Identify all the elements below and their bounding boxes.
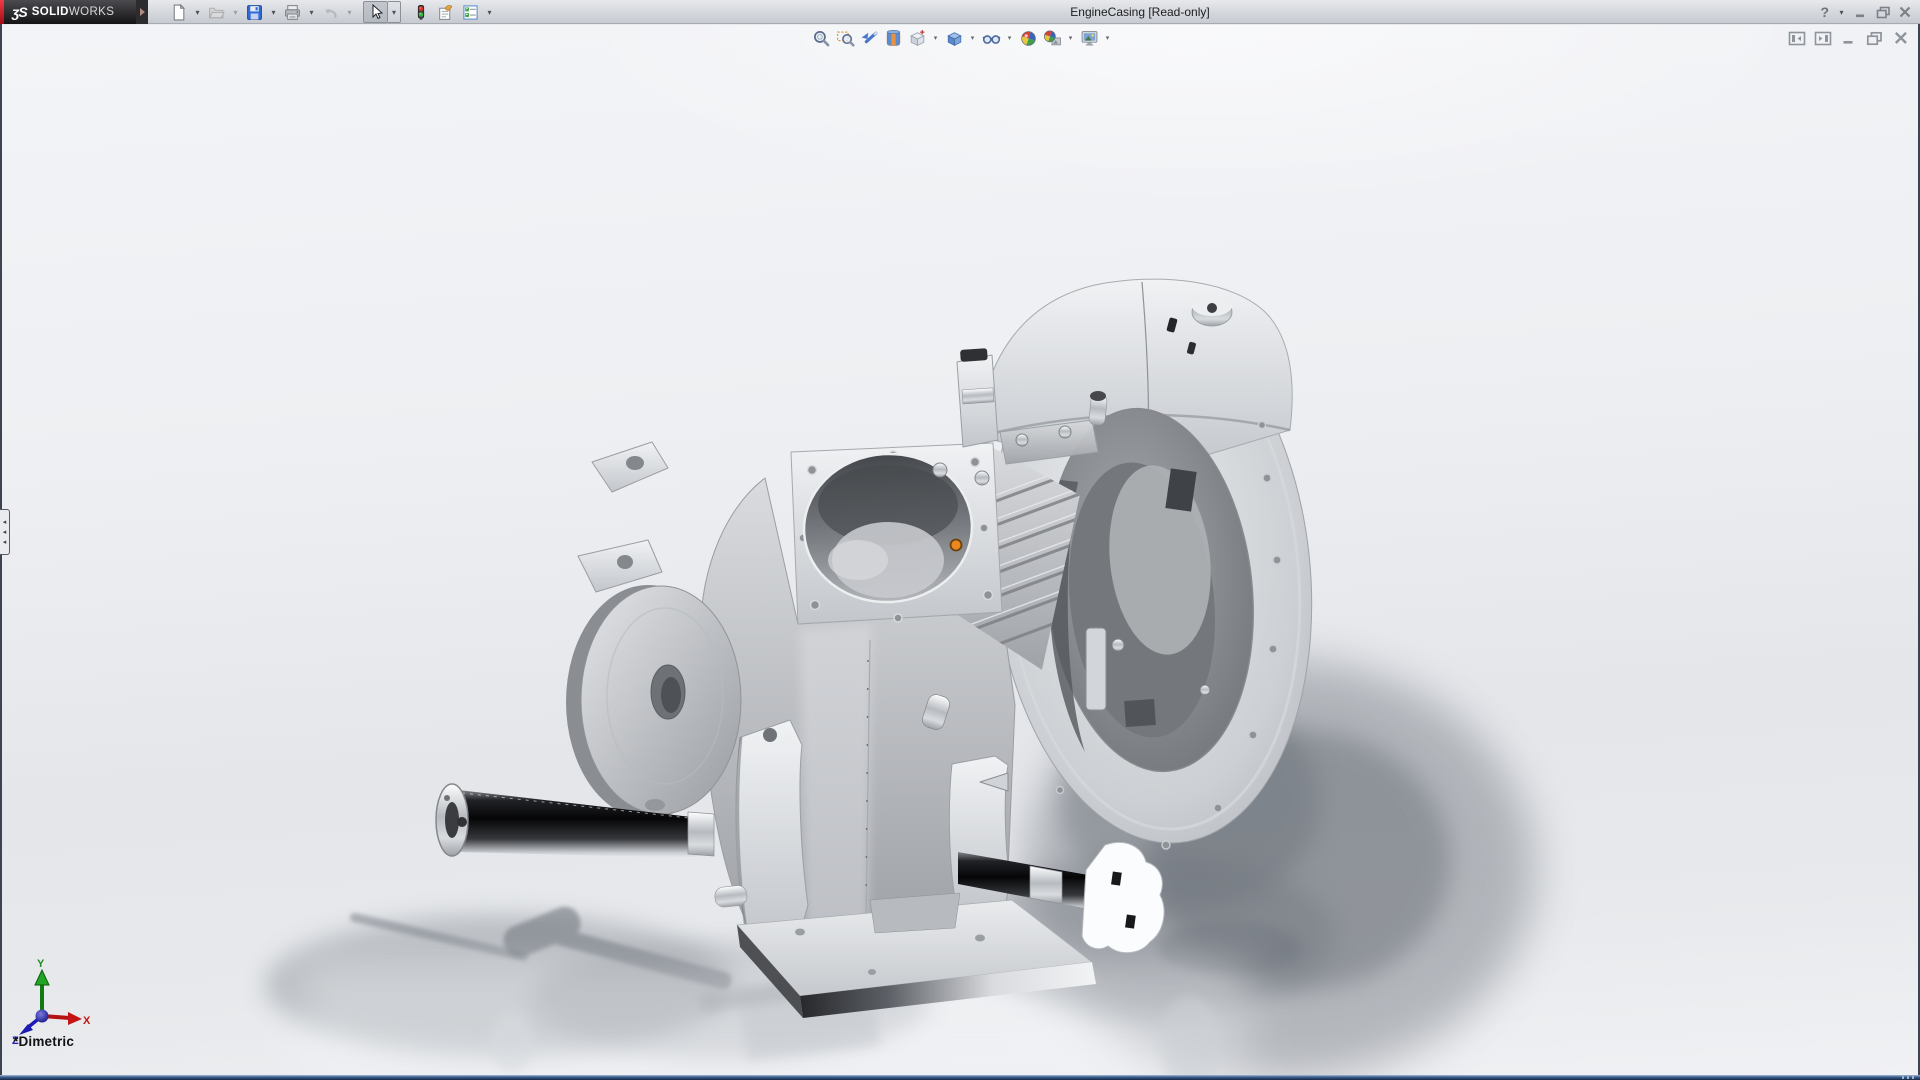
heads-up-view-toolbar: ▾ ▾ ▾ (810, 28, 1113, 48)
minimize-icon (1854, 6, 1868, 18)
edit-note-button[interactable] (433, 1, 458, 23)
window-title: EngineCasing [Read-only] (1010, 0, 1270, 24)
window-border-bottom (0, 1075, 1920, 1080)
view-orientation-button[interactable] (906, 28, 928, 48)
options-dropdown[interactable]: ▾ (483, 1, 496, 23)
collapse-left-pane-button[interactable] (1787, 30, 1806, 46)
restore-window-button[interactable] (1874, 3, 1892, 21)
undo-dropdown[interactable]: ▾ (343, 1, 356, 23)
edit-note-icon (437, 4, 454, 21)
zoom-to-fit-button[interactable] (810, 28, 832, 48)
engine-casing-model[interactable] (0, 0, 1920, 1080)
y-axis-arrow (35, 970, 49, 985)
help-dropdown[interactable]: ▾ (1835, 1, 1848, 23)
print-button[interactable] (280, 1, 305, 23)
view-settings-icon (1080, 29, 1099, 48)
section-view-button[interactable] (882, 28, 904, 48)
save-icon (246, 4, 263, 21)
print-icon (284, 4, 301, 21)
select-cursor-icon (368, 4, 384, 20)
close-icon (1898, 6, 1912, 18)
view-orientation-cube-icon (908, 29, 927, 48)
open-folder-icon (208, 4, 225, 21)
hide-show-items-dropdown[interactable]: ▾ (1004, 28, 1015, 48)
edit-appearance-button[interactable] (1017, 28, 1039, 48)
restore-document-icon (1866, 31, 1883, 46)
brand-red-stripe (0, 0, 4, 24)
section-view-icon (884, 29, 903, 48)
undo-button[interactable] (318, 1, 343, 23)
hide-show-items-button[interactable] (980, 28, 1002, 48)
hide-show-glasses-icon (982, 29, 1001, 48)
resize-grip[interactable] (1902, 1076, 1916, 1079)
save-dropdown[interactable]: ▾ (267, 1, 280, 23)
open-document-button[interactable] (204, 1, 229, 23)
solidworks-logo[interactable]: ʒS SOLIDWORKS (0, 0, 136, 24)
apply-scene-dropdown[interactable]: ▾ (1065, 28, 1076, 48)
selection-point-marker[interactable] (951, 540, 962, 551)
display-style-dropdown[interactable]: ▾ (967, 28, 978, 48)
print-dropdown[interactable]: ▾ (305, 1, 318, 23)
collapse-triangle-icon: ◂ (3, 539, 7, 546)
save-button[interactable] (242, 1, 267, 23)
new-document-dropdown[interactable]: ▾ (191, 1, 204, 23)
x-axis-arrow (68, 1012, 82, 1025)
collapse-right-pane-icon (1814, 31, 1832, 46)
options-checklist-icon (462, 4, 479, 21)
apply-scene-icon (1043, 29, 1062, 48)
solidworks-window: ʒS SOLIDWORKS ▾ ▾ (0, 0, 1920, 1080)
open-document-dropdown[interactable]: ▾ (229, 1, 242, 23)
main-toolbar: ▾ ▾ ▾ (166, 0, 496, 24)
collapse-right-pane-button[interactable] (1813, 30, 1832, 46)
brand-text-bold: SOLID (32, 6, 69, 18)
view-orientation-dropdown[interactable]: ▾ (930, 28, 941, 48)
zoom-to-fit-icon (812, 29, 831, 48)
minimize-document-icon (1841, 31, 1857, 45)
restore-document-button[interactable] (1865, 30, 1884, 46)
close-document-button[interactable] (1891, 30, 1910, 46)
traffic-light-icon (413, 4, 429, 21)
previous-view-icon (860, 29, 879, 48)
view-settings-button[interactable] (1078, 28, 1100, 48)
help-button[interactable]: ? (1818, 4, 1831, 20)
previous-view-button[interactable] (858, 28, 880, 48)
minimize-document-button[interactable] (1839, 30, 1858, 46)
close-window-button[interactable] (1896, 3, 1914, 21)
minimize-window-button[interactable] (1852, 3, 1870, 21)
collapse-triangle-icon: ◂ (3, 519, 7, 526)
flyout-arrow-icon (140, 8, 145, 16)
feature-manager-collapsed-tab[interactable]: ◂ ◂ ◂ (0, 509, 10, 555)
new-document-button[interactable] (166, 1, 191, 23)
undo-icon (322, 4, 339, 21)
titlebar: ʒS SOLIDWORKS ▾ ▾ (0, 0, 1920, 24)
view-settings-dropdown[interactable]: ▾ (1102, 28, 1113, 48)
new-document-icon (170, 4, 187, 21)
solidworks-logo-glyph: ʒS (12, 4, 27, 20)
menu-flyout-button[interactable] (136, 0, 148, 24)
display-style-cube-icon (945, 29, 964, 48)
edit-appearance-ball-icon (1019, 29, 1038, 48)
restore-icon (1876, 6, 1891, 19)
y-axis-label: Y (37, 958, 45, 970)
document-window-controls (1787, 30, 1910, 46)
options-button[interactable] (458, 1, 483, 23)
triad-origin-ball (36, 1010, 49, 1023)
zoom-to-area-icon (836, 29, 855, 48)
zoom-to-area-button[interactable] (834, 28, 856, 48)
apply-scene-button[interactable] (1041, 28, 1063, 48)
x-axis-label: X (83, 1015, 90, 1027)
titlebar-controls: ? ▾ (1818, 0, 1914, 24)
traffic-light-button[interactable] (408, 1, 433, 23)
view-orientation-label: *Dimetric (13, 1034, 74, 1049)
brand-text-light: WORKS (69, 6, 114, 18)
select-button[interactable] (363, 1, 388, 23)
collapse-triangle-icon: ◂ (3, 529, 7, 536)
select-dropdown[interactable]: ▾ (388, 1, 401, 23)
display-style-button[interactable] (943, 28, 965, 48)
collapse-left-pane-icon (1788, 31, 1806, 46)
close-document-icon (1893, 31, 1909, 45)
